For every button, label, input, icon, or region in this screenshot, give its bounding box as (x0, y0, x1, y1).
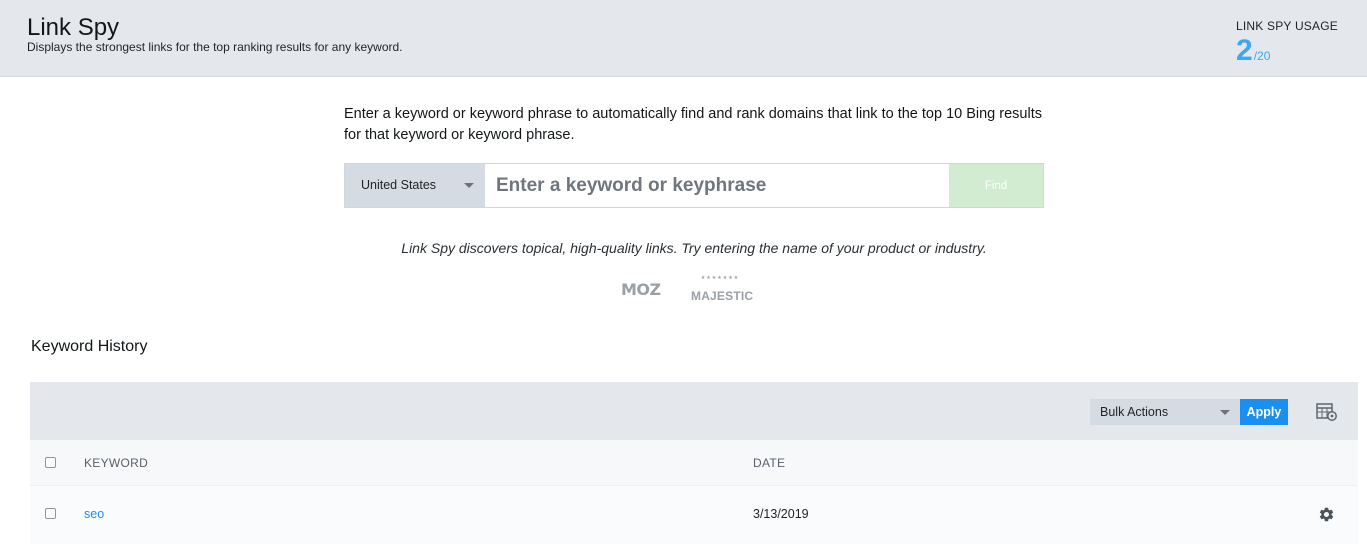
usage-label: LINK SPY USAGE (1236, 19, 1338, 33)
page-subtitle: Displays the strongest links for the top… (27, 40, 403, 54)
usage-used: 2 (1236, 34, 1253, 67)
usage-counter: 2/20 (1236, 34, 1270, 68)
table-settings-icon[interactable] (1316, 402, 1338, 422)
page-title: Link Spy (27, 14, 120, 41)
table-row: seo 3/13/2019 (30, 485, 1358, 544)
bulk-actions-select[interactable]: Bulk Actions (1090, 399, 1240, 425)
column-header-keyword: KEYWORD (84, 456, 149, 470)
row-date: 3/13/2019 (753, 507, 809, 521)
tip-text: Link Spy discovers topical, high-quality… (401, 240, 987, 256)
moz-logo: MOZ (621, 280, 661, 299)
majestic-logo-text: MAJESTIC (691, 289, 754, 303)
stars-icon: ★★★★★★★ (700, 275, 740, 281)
row-checkbox[interactable] (45, 508, 56, 519)
page-header: Link Spy Displays the strongest links fo… (0, 0, 1367, 77)
country-select[interactable]: United States (345, 164, 485, 207)
table-toolbar: Bulk Actions Apply (30, 382, 1358, 440)
select-all-checkbox[interactable] (45, 457, 56, 468)
country-select-label: United States (361, 178, 437, 192)
table-header: KEYWORD DATE (30, 440, 1358, 485)
search-bar: United States Find (344, 163, 1044, 208)
keyword-history-title: Keyword History (31, 338, 148, 355)
intro-text: Enter a keyword or keyword phrase to aut… (344, 106, 1042, 143)
gear-icon[interactable] (1318, 506, 1335, 523)
keyword-input[interactable] (485, 164, 949, 207)
chevron-down-icon (1220, 410, 1230, 415)
keyword-history-table: Bulk Actions Apply KEYWORD DATE seo 3/13… (30, 382, 1358, 544)
find-button[interactable]: Find (949, 164, 1043, 207)
usage-total: /20 (1253, 49, 1271, 63)
bulk-actions-label: Bulk Actions (1100, 405, 1169, 419)
chevron-down-icon (464, 183, 474, 188)
apply-button[interactable]: Apply (1240, 399, 1288, 425)
column-header-date: DATE (753, 456, 786, 470)
keyword-link[interactable]: seo (84, 507, 104, 521)
majestic-logo: ★★★★★★★ MAJESTIC (690, 275, 756, 305)
